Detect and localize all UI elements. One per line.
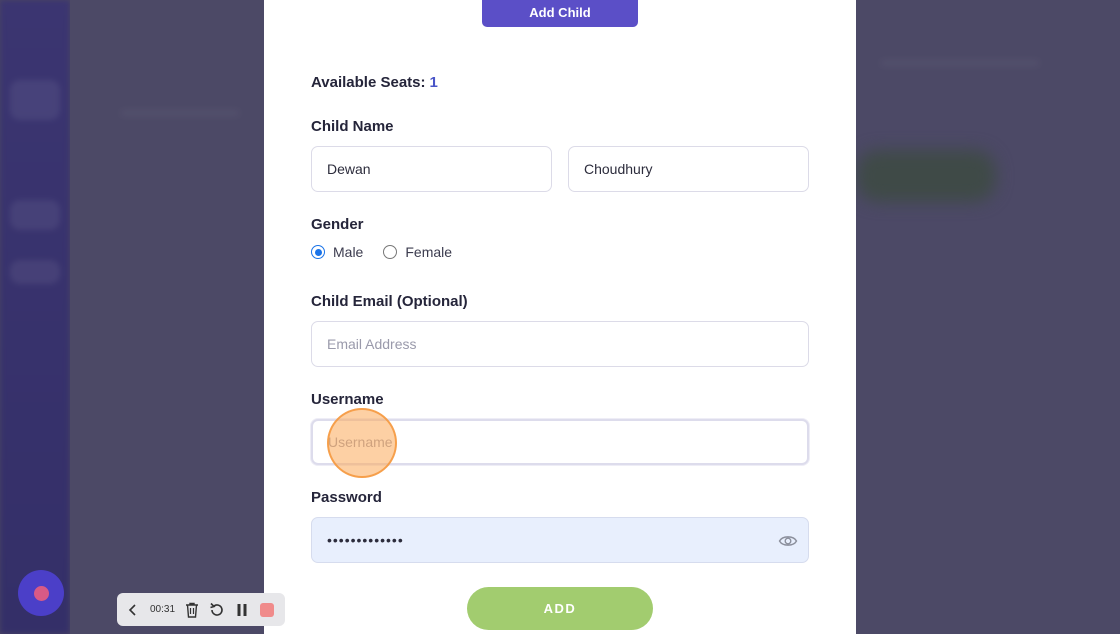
email-placeholder: Email Address [327,336,417,352]
available-seats-count: 1 [429,74,438,91]
add-child-modal: Add Child Available Seats: 1 Child Name D… [264,0,856,634]
record-dot-icon [33,585,49,601]
password-input[interactable]: ••••••••••••• [311,517,809,563]
restart-icon[interactable] [209,602,225,618]
female-radio-label: Female [405,244,453,260]
add-child-button[interactable]: Add Child [482,0,638,27]
eye-icon[interactable] [778,531,798,551]
female-radio[interactable] [383,245,398,259]
background-line [120,110,240,116]
recorder-toolbar: 00:31 [117,593,285,626]
last-name-input[interactable]: Choudhury [568,146,809,192]
first-name-value: Dewan [327,161,371,177]
email-input[interactable]: Email Address [311,321,809,367]
gender-option-male[interactable]: Male [311,244,363,260]
background-bar [856,150,996,202]
add-button[interactable]: ADD [467,587,653,630]
gender-radio-group: Male Female [311,244,472,260]
child-name-label: Child Name [311,118,394,135]
username-input[interactable]: Username [311,419,809,465]
available-seats: Available Seats: 1 [311,74,438,91]
male-radio[interactable] [311,245,325,259]
password-label: Password [311,489,382,506]
background-sidebar [0,0,70,634]
male-radio-label: Male [333,244,364,260]
gender-option-female[interactable]: Female [383,244,452,260]
available-seats-label: Available Seats: [311,74,426,91]
child-email-label: Child Email (Optional) [311,293,468,310]
trash-icon[interactable] [184,602,200,618]
recorder-bubble[interactable] [18,570,64,616]
chevron-left-icon[interactable] [125,602,141,618]
pause-icon[interactable] [234,602,250,618]
stop-icon[interactable] [259,602,275,618]
username-placeholder: Username [328,434,393,450]
recorder-time: 00:31 [150,604,176,615]
username-label: Username [311,391,384,408]
gender-label: Gender [311,216,364,233]
first-name-input[interactable]: Dewan [311,146,552,192]
background-line [880,60,1040,66]
password-value: ••••••••••••• [327,532,404,548]
last-name-value: Choudhury [584,161,653,177]
